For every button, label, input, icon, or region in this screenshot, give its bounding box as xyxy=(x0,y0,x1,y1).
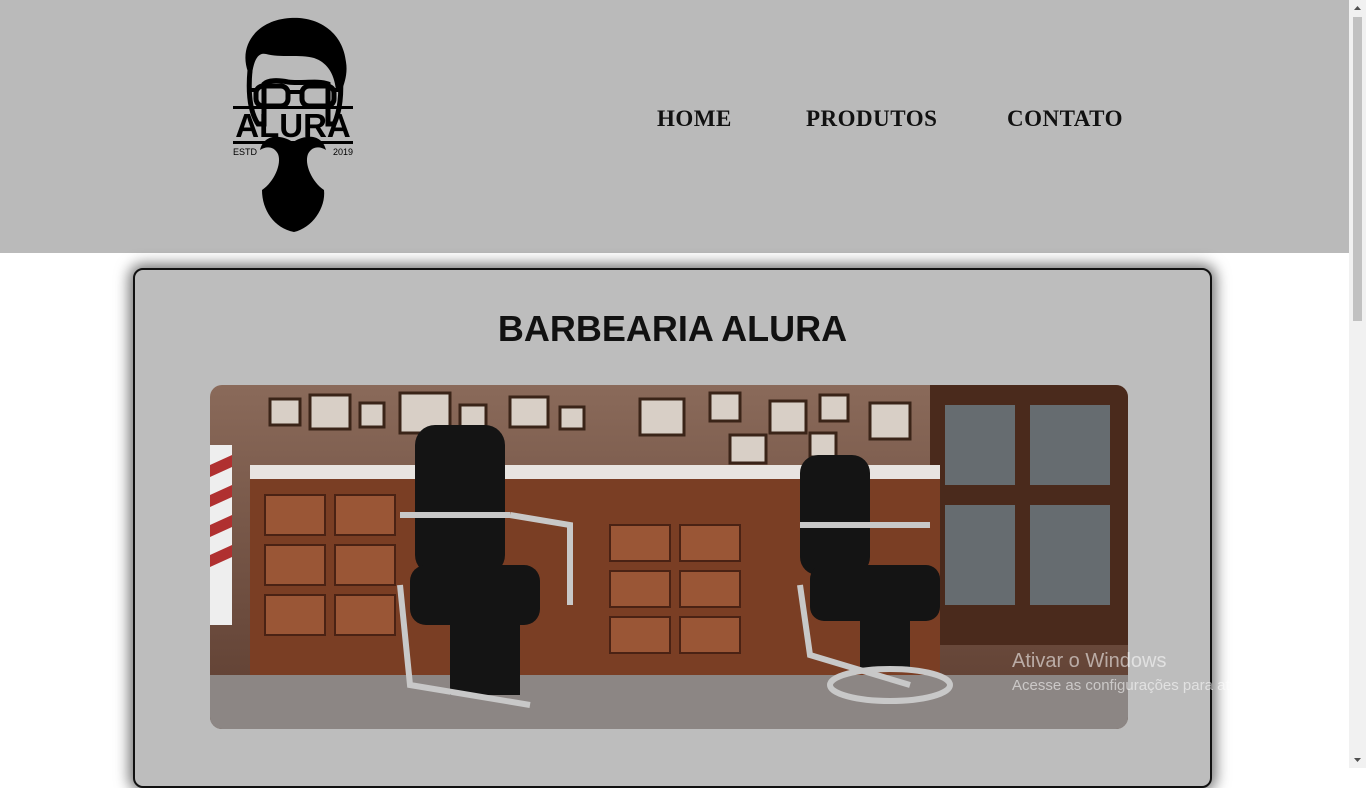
site-header: ALURA ESTD 2019 HOME PRODUTOS CONTATO xyxy=(0,0,1349,253)
nav-produtos-link[interactable]: PRODUTOS xyxy=(806,106,937,132)
scroll-up-icon[interactable] xyxy=(1349,0,1366,17)
nav-home-link[interactable]: HOME xyxy=(657,106,732,132)
scroll-down-icon[interactable] xyxy=(1349,751,1366,768)
logo-brand-text: ALURA xyxy=(235,107,350,144)
nav-contato-link[interactable]: CONTATO xyxy=(1007,106,1123,132)
logo-year-text: 2019 xyxy=(333,147,353,157)
alura-logo[interactable]: ALURA ESTD 2019 xyxy=(228,14,358,236)
scrollbar-thumb[interactable] xyxy=(1353,17,1362,321)
main-card: BARBEARIA ALURA xyxy=(133,268,1212,788)
barbershop-photo xyxy=(210,385,1128,729)
page-scrollbar[interactable] xyxy=(1349,0,1366,768)
page-title: BARBEARIA ALURA xyxy=(497,308,848,349)
logo-estd-text: ESTD xyxy=(233,147,258,157)
